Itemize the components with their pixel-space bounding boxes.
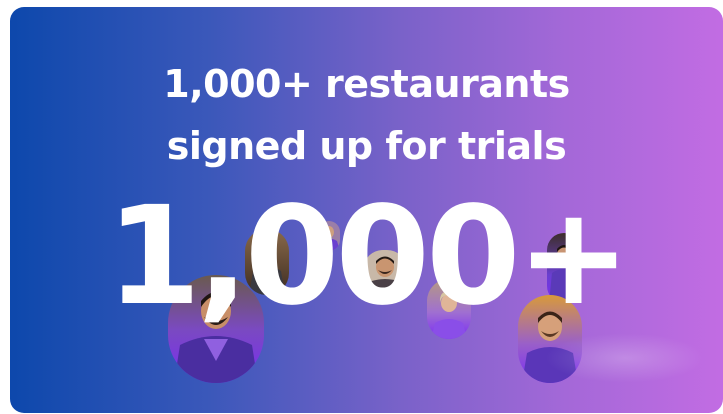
big-count-number: 1,000+ [106, 178, 630, 336]
headline: 1,000+ restaurants signed up for trials [10, 53, 723, 177]
headline-line-1: 1,000+ restaurants [163, 62, 570, 106]
decorative-glow [545, 333, 705, 383]
headline-line-2: signed up for trials [166, 124, 567, 168]
promo-card: 1,000+ restaurants signed up for trials [10, 7, 723, 413]
